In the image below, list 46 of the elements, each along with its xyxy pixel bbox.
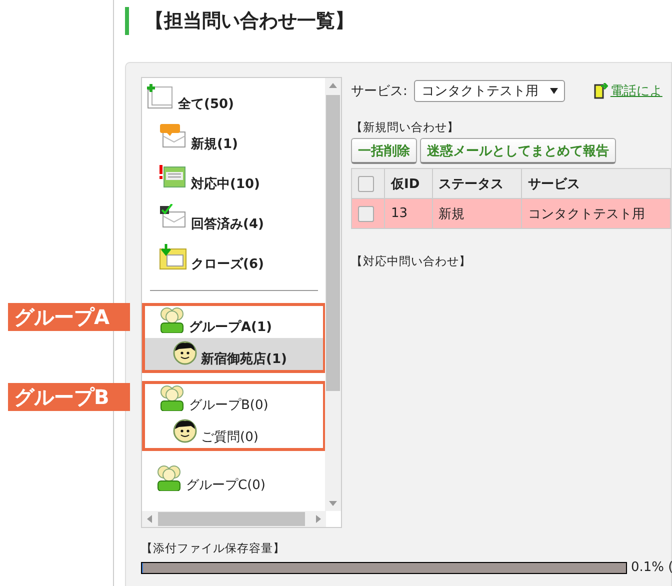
annotation-label: グループA xyxy=(8,303,130,331)
group-icon xyxy=(159,307,185,333)
storage-title: 【添付ファイル保存容量】 xyxy=(141,541,286,556)
column-header: 仮ID xyxy=(384,168,432,198)
folder-download-icon xyxy=(159,244,187,270)
action-button[interactable]: 一括削除 xyxy=(351,138,417,164)
column-header: サービス xyxy=(522,168,670,198)
tree-item[interactable]: クローズ(6) xyxy=(142,238,326,278)
checkbox[interactable] xyxy=(358,206,374,222)
group-member-item[interactable]: ご質問(0) xyxy=(145,416,323,448)
horizontal-scrollbar[interactable] xyxy=(142,511,326,527)
dropdown-caret-icon xyxy=(550,88,558,94)
action-button[interactable]: 迷惑メールとしてまとめて報告 xyxy=(420,138,616,164)
group-item[interactable]: グループA(1) xyxy=(145,306,323,338)
section-title: 【新規問い合わせ】 xyxy=(351,120,460,136)
scroll-arrow-icon[interactable] xyxy=(328,81,338,91)
table-cell: コンタクトテスト用 xyxy=(522,198,670,228)
checkbox[interactable] xyxy=(358,176,374,192)
group-member-item[interactable]: 新宿御苑店(1) xyxy=(145,338,323,370)
tree-item[interactable]: 全て(50) xyxy=(142,78,326,118)
tree-item[interactable]: 対応中(10) xyxy=(142,158,326,198)
new-mail-icon xyxy=(159,124,187,150)
phone-link[interactable]: 電話によ xyxy=(610,82,662,100)
section-title: 【対応中問い合わせ】 xyxy=(351,254,472,269)
table-cell: 13 xyxy=(384,198,432,228)
group-item[interactable]: グループB(0) xyxy=(145,384,323,416)
annotation-label: グループB xyxy=(8,383,130,411)
scroll-arrow-icon[interactable] xyxy=(145,514,155,524)
folder-plus-icon xyxy=(146,84,174,110)
column-header: ステータス xyxy=(432,168,522,198)
service-select[interactable]: コンタクトテスト用 xyxy=(414,80,566,102)
tree-item[interactable]: 新規(1) xyxy=(142,118,326,158)
face-icon xyxy=(173,419,197,443)
checked-mail-icon xyxy=(159,204,187,230)
face-icon xyxy=(173,341,197,365)
page-title: 【担当問い合わせ一覧】 xyxy=(145,9,354,34)
group-icon xyxy=(156,465,182,491)
phone-icon xyxy=(594,83,608,99)
group-item[interactable]: グループC(0) xyxy=(142,459,326,499)
storage-reading: 0.1% ( xyxy=(631,560,672,575)
tree-item[interactable]: 回答済み(4) xyxy=(142,198,326,238)
table-cell: 新規 xyxy=(432,198,522,228)
vertical-scrollbar[interactable] xyxy=(325,78,341,511)
service-label: サービス: xyxy=(351,83,408,100)
group-icon xyxy=(159,385,185,411)
alert-document-icon xyxy=(159,164,187,190)
